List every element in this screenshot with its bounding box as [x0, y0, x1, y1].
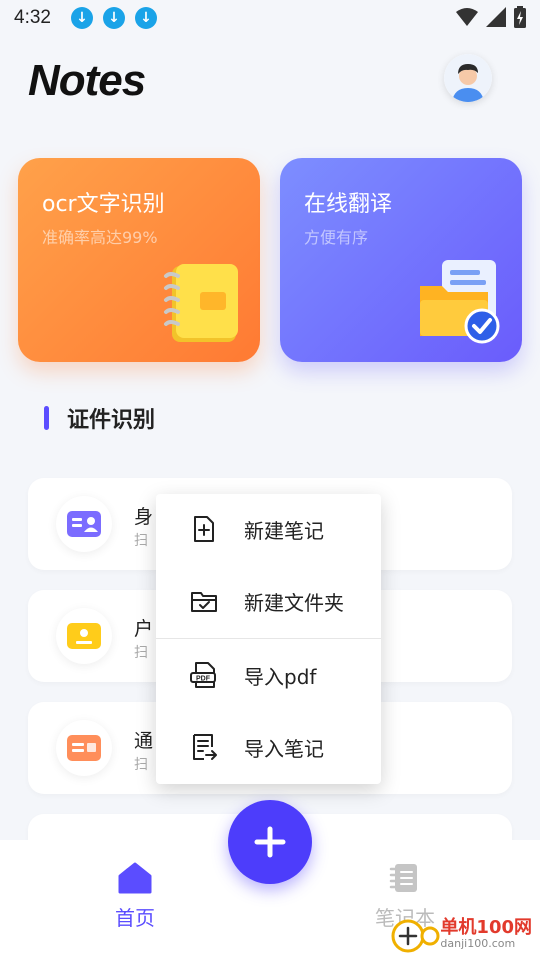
id-card-icon: [67, 511, 101, 537]
watermark-text: 单机100网 danji100.com: [440, 918, 532, 950]
status-bar: 4:32 ↓ ↓ ↓: [0, 0, 540, 36]
menu-label: 新建笔记: [244, 518, 324, 543]
status-right: [456, 6, 526, 28]
list-item-subtitle: 扫: [134, 533, 148, 549]
list-item-title: 身: [134, 506, 154, 528]
household-icon-wrap: [56, 608, 112, 664]
download-icon: ↓: [102, 7, 125, 29]
menu-label: 导入pdf: [244, 664, 317, 689]
menu-item-import-pdf[interactable]: PDF 导入pdf: [156, 640, 381, 710]
wifi-icon: [456, 8, 478, 26]
plus-icon: [254, 826, 286, 858]
folder-check-icon: [420, 260, 500, 344]
signal-icon: [486, 7, 506, 27]
ocr-card[interactable]: ocr文字识别 准确率高达99%: [18, 158, 260, 362]
translate-card-subtitle: 方便有序: [304, 228, 369, 247]
new-folder-icon: [191, 592, 217, 612]
download-icon: ↓: [70, 7, 93, 29]
list-item-subtitle: 扫: [134, 757, 148, 773]
menu-label: 导入笔记: [244, 736, 324, 761]
notebook-nav-icon: [389, 864, 417, 892]
menu-item-new-folder[interactable]: 新建文件夹: [156, 566, 381, 636]
app-title: Notes: [28, 56, 146, 105]
new-note-icon: [194, 516, 214, 542]
ocr-card-subtitle: 准确率高达99%: [42, 228, 158, 247]
section-header: 证件识别: [44, 402, 155, 434]
import-pdf-icon: PDF: [190, 662, 216, 688]
id-card-icon-wrap: [56, 496, 112, 552]
list-item-subtitle: 扫: [134, 645, 148, 661]
pass-card-icon: [67, 735, 101, 761]
watermark-url: danji100.com: [440, 937, 516, 950]
section-title: 证件识别: [67, 408, 156, 433]
menu-item-import-note[interactable]: 导入笔记: [156, 712, 381, 782]
watermark: 单机100网 danji100.com: [388, 914, 532, 954]
import-note-icon: [193, 734, 217, 760]
translate-card-title: 在线翻译: [304, 192, 393, 217]
list-item-title: 户: [134, 618, 154, 640]
watermark-logo: [391, 919, 440, 953]
avatar-icon: [444, 54, 492, 102]
battery-charging-icon: [514, 6, 526, 28]
menu-label: 新建文件夹: [244, 590, 344, 615]
notebook-icon: [164, 264, 238, 342]
ocr-card-title: ocr文字识别: [42, 192, 165, 217]
list-item-title: 通: [134, 730, 154, 752]
status-time: 4:32: [14, 7, 51, 28]
watermark-name: 单机100网: [440, 917, 532, 938]
menu-divider: [156, 638, 381, 639]
svg-text:PDF: PDF: [196, 676, 211, 683]
nav-home[interactable]: 首页: [100, 862, 170, 931]
translate-card[interactable]: 在线翻译 方便有序: [280, 158, 522, 362]
pass-icon-wrap: [56, 720, 112, 776]
menu-item-new-note[interactable]: 新建笔记: [156, 494, 381, 564]
household-register-icon: [67, 623, 101, 649]
download-icon: ↓: [134, 7, 157, 29]
add-menu-popup: 新建笔记 新建文件夹 PDF 导入pdf 导入笔记: [156, 494, 381, 784]
add-fab-button[interactable]: [228, 800, 312, 884]
user-avatar[interactable]: [444, 54, 492, 102]
home-icon: [118, 862, 152, 894]
section-accent-bar: [44, 406, 49, 430]
nav-home-label: 首页: [115, 906, 155, 930]
